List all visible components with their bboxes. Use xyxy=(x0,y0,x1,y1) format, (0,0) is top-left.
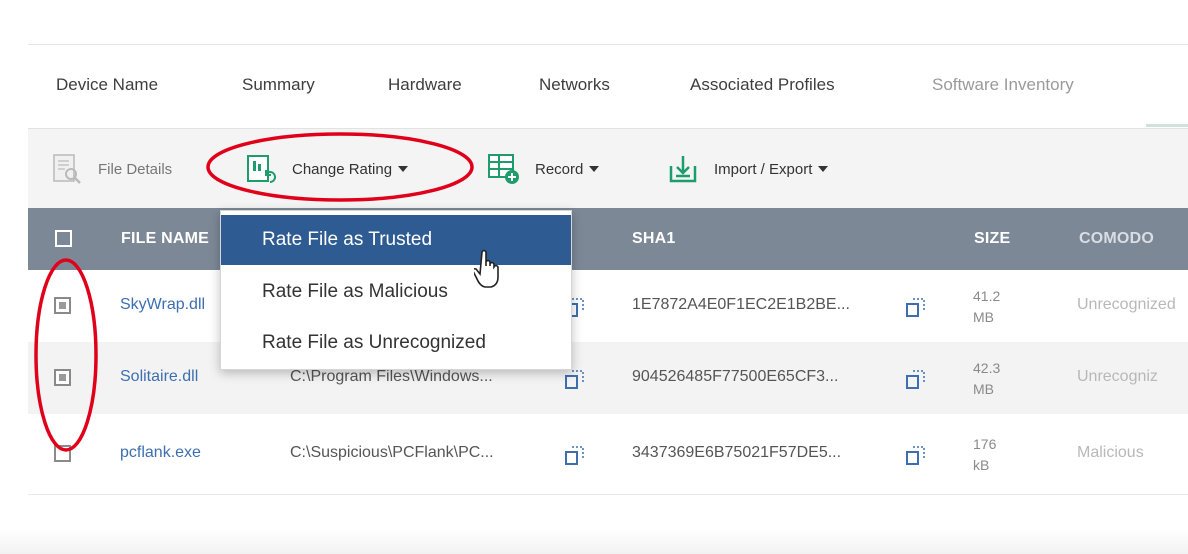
file-size: 42.3 MB xyxy=(973,358,1000,400)
change-rating-label: Change Rating xyxy=(292,160,393,178)
copy-icon[interactable] xyxy=(905,296,927,318)
file-details-icon xyxy=(53,154,81,184)
file-details-button[interactable]: File Details xyxy=(50,129,172,209)
row-checkbox[interactable] xyxy=(54,297,71,314)
tab-summary[interactable]: Summary xyxy=(242,75,315,95)
table-row[interactable]: Solitaire.dll C:\Program Files\Windows..… xyxy=(28,342,1188,415)
size-unit: kB xyxy=(973,457,990,473)
record-label: Record xyxy=(535,160,584,178)
column-header-sha1[interactable]: SHA1 xyxy=(632,230,675,248)
column-header-comodo[interactable]: COMODO xyxy=(1079,230,1154,248)
file-path: C:\Program Files\Windows... xyxy=(290,368,493,385)
tab-networks[interactable]: Networks xyxy=(539,75,610,95)
size-number: 41.2 xyxy=(973,288,1001,304)
copy-icon[interactable] xyxy=(564,368,586,390)
torn-edge xyxy=(0,530,1188,554)
size-number: 42.3 xyxy=(973,360,1001,376)
chevron-down-icon xyxy=(589,166,600,172)
file-name-link[interactable]: pcflank.exe xyxy=(120,444,201,462)
active-tab-indicator xyxy=(1146,124,1188,127)
comodo-rating: Unrecognized xyxy=(1077,296,1176,313)
file-path: C:\Suspicious\PCFlank\PC... xyxy=(290,444,494,461)
file-details-label: File Details xyxy=(98,160,173,178)
size-number: 176 xyxy=(973,436,997,452)
import-export-button[interactable]: Import / Export xyxy=(666,129,829,209)
record-icon xyxy=(488,154,519,184)
tab-software-inventory[interactable]: Software Inventory xyxy=(932,75,1074,95)
column-header-file-name[interactable]: FILE NAME xyxy=(121,230,209,248)
table-header: FILE NAME SHA1 SIZE COMODO xyxy=(28,208,1188,270)
tab-hardware[interactable]: Hardware xyxy=(388,75,462,95)
table-row[interactable]: pcflank.exe C:\Suspicious\PCFlank\PC... … xyxy=(28,414,1188,495)
menu-item-rate-malicious[interactable]: Rate File as Malicious xyxy=(221,267,571,317)
menu-item-rate-unrecognized[interactable]: Rate File as Unrecognized xyxy=(221,318,571,368)
chevron-down-icon xyxy=(818,166,829,172)
chevron-down-icon xyxy=(398,166,409,172)
file-size: 176 kB xyxy=(973,434,996,476)
tab-device-name[interactable]: Device Name xyxy=(56,75,158,95)
import-export-label: Import / Export xyxy=(714,160,813,178)
row-checkbox[interactable] xyxy=(54,445,71,462)
tabs-bar: Device Name Summary Hardware Networks As… xyxy=(28,44,1188,129)
change-rating-icon xyxy=(247,155,276,183)
copy-icon[interactable] xyxy=(564,444,586,466)
menu-item-rate-trusted[interactable]: Rate File as Trusted xyxy=(221,215,571,265)
comodo-rating: Malicious xyxy=(1077,444,1144,461)
tab-associated-profiles[interactable]: Associated Profiles xyxy=(690,75,835,95)
sha1-value: 904526485F77500E65CF3... xyxy=(632,368,839,385)
file-name-link[interactable]: SkyWrap.dll xyxy=(120,296,205,314)
import-export-icon xyxy=(669,156,697,183)
comodo-rating: Unrecogniz xyxy=(1077,368,1158,385)
change-rating-menu: Rate File as Trusted Rate File as Malici… xyxy=(220,210,572,370)
table-row[interactable]: SkyWrap.dll 1E7872A4E0F1EC2E1B2BE... 41.… xyxy=(28,270,1188,343)
hand-cursor-icon xyxy=(474,249,499,288)
row-checkbox[interactable] xyxy=(54,369,71,386)
file-size: 41.2 MB xyxy=(973,286,1000,328)
copy-icon[interactable] xyxy=(905,368,927,390)
sha1-value: 1E7872A4E0F1EC2E1B2BE... xyxy=(632,296,850,313)
file-name-link[interactable]: Solitaire.dll xyxy=(120,368,198,386)
change-rating-button[interactable]: Change Rating xyxy=(244,129,409,209)
size-unit: MB xyxy=(973,309,994,325)
toolbar: File Details Change Rating Record Import… xyxy=(28,128,1188,209)
column-header-size[interactable]: SIZE xyxy=(974,230,1010,248)
size-unit: MB xyxy=(973,381,994,397)
record-button[interactable]: Record xyxy=(487,129,600,209)
sha1-value: 3437369E6B75021F57DE5... xyxy=(632,444,842,461)
select-all-checkbox[interactable] xyxy=(55,230,72,247)
copy-icon[interactable] xyxy=(905,444,927,466)
